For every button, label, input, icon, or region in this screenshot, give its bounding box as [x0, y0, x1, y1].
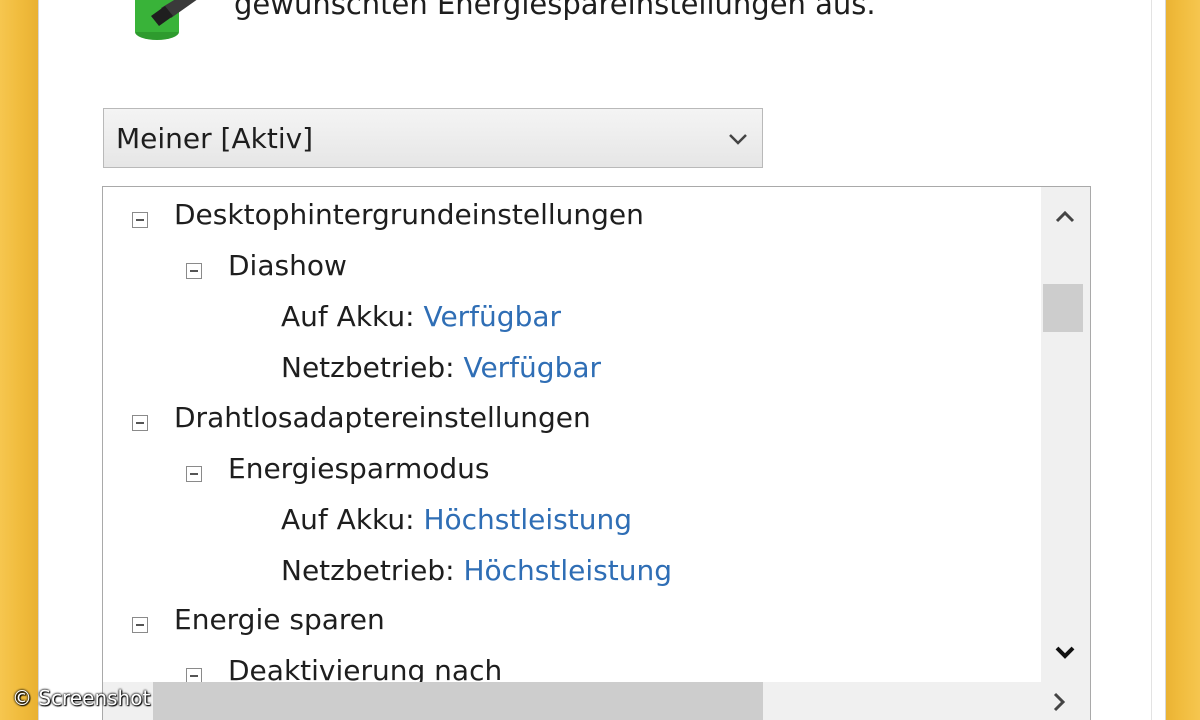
collapse-toggle-icon[interactable] — [132, 415, 148, 431]
horizontal-scroll-thumb[interactable] — [153, 682, 763, 720]
collapse-toggle-icon[interactable] — [186, 263, 202, 279]
setting-label: Auf Akku: — [281, 503, 415, 536]
setting-row-plugged-in: Netzbetrieb: Höchstleistung — [281, 549, 672, 593]
setting-value-link[interactable]: Höchstleistung — [423, 503, 632, 536]
tree-item-power-saving-mode[interactable]: Energiesparmodus — [228, 447, 490, 491]
setting-value-link[interactable]: Verfügbar — [423, 300, 561, 333]
setting-value-link[interactable]: Höchstleistung — [463, 554, 672, 587]
tree-item-wireless-adapter[interactable]: Drahtlosadaptereinstellungen — [174, 396, 591, 440]
power-plan-value: Meiner [Aktiv] — [116, 122, 314, 155]
advanced-settings-tree[interactable]: Desktophintergrundeinstellungen Diashow … — [102, 186, 1091, 720]
scroll-up-icon[interactable] — [1045, 197, 1085, 237]
window-frame-left — [0, 0, 38, 720]
tree-item-desktop-background[interactable]: Desktophintergrundeinstellungen — [174, 193, 644, 237]
battery-plug-icon — [135, 0, 197, 40]
setting-label: Auf Akku: — [281, 300, 415, 333]
window-frame-right — [1164, 0, 1200, 720]
setting-row-plugged-in: Netzbetrieb: Verfügbar — [281, 346, 601, 390]
vertical-scrollbar[interactable] — [1041, 187, 1090, 682]
setting-label: Netzbetrieb: — [281, 554, 455, 587]
dialog-edge — [1151, 0, 1152, 720]
setting-label: Netzbetrieb: — [281, 351, 455, 384]
collapse-toggle-icon[interactable] — [186, 466, 202, 482]
vertical-scroll-thumb[interactable] — [1043, 284, 1083, 332]
intro-text: gewünschten Energiespareinstellungen aus… — [234, 0, 876, 21]
tree-item-sleep[interactable]: Energie sparen — [174, 598, 385, 642]
collapse-toggle-icon[interactable] — [132, 617, 148, 633]
horizontal-scrollbar[interactable] — [103, 682, 1090, 720]
chevron-down-icon — [729, 134, 747, 145]
setting-value-link[interactable]: Verfügbar — [463, 351, 601, 384]
power-options-dialog: gewünschten Energiespareinstellungen aus… — [38, 0, 1166, 720]
tree-item-slideshow[interactable]: Diashow — [228, 244, 347, 288]
screenshot-watermark: © Screenshot — [12, 686, 151, 710]
collapse-toggle-icon[interactable] — [132, 212, 148, 228]
power-plan-dropdown[interactable]: Meiner [Aktiv] — [103, 108, 763, 168]
scroll-right-icon[interactable] — [1047, 690, 1071, 714]
setting-row-on-battery: Auf Akku: Verfügbar — [281, 295, 561, 339]
scroll-down-icon[interactable] — [1045, 632, 1085, 672]
setting-row-on-battery: Auf Akku: Höchstleistung — [281, 498, 632, 542]
